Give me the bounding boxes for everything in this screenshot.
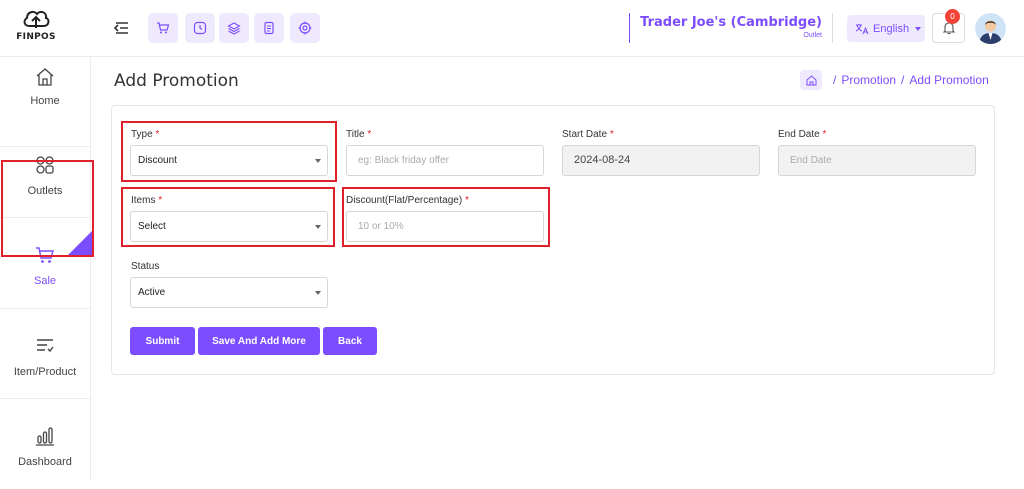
discount-highlight-box [342,187,550,247]
sidebar-item-dashboard[interactable]: Dashboard [0,399,90,489]
quick-cart-icon[interactable] [148,13,178,43]
menu-collapse-icon[interactable] [113,19,131,37]
active-corner-marker [68,231,92,255]
title-input[interactable]: eg: Black friday offer [346,145,544,176]
start-date-label: Start Date * [562,129,614,140]
outlet-name: Trader Joe's (Cambridge) [640,15,822,30]
save-and-add-more-button[interactable]: Save And Add More [198,327,320,355]
breadcrumb-separator: / [901,73,905,87]
chevron-down-icon [915,26,922,31]
sale-highlight-box [1,160,94,257]
logo-text: FINPOS [16,32,56,42]
sidebar-item-label: Item/Product [13,366,77,378]
sidebar-item-label: Home [30,95,60,107]
sidebar: Home Outlets Sale Item/Product Dashboard [0,57,91,481]
items-highlight-box [121,187,335,247]
sidebar-item-label: Dashboard [18,456,72,468]
outlet-sub-label: Outlet [803,32,822,39]
translate-icon [855,23,869,34]
sidebar-item-item-product[interactable]: Item/Product [0,309,90,399]
list-icon [37,339,54,353]
breadcrumb-promotion-link[interactable]: Promotion [841,73,896,87]
submit-button[interactable]: Submit [130,327,195,355]
language-selector[interactable]: English [847,15,925,42]
sidebar-item-label: Sale [33,275,57,287]
top-bar: FINPOS Trader Joe's (Cambridge) Outlet E… [0,0,1024,57]
status-select-value: Active [138,287,166,298]
quick-clock-icon[interactable] [185,13,215,43]
breadcrumb-home-icon[interactable] [800,70,822,90]
quick-layers-icon[interactable] [219,13,249,43]
cloud-logo-icon [23,10,50,28]
breadcrumb: / Promotion / Add Promotion [800,70,989,90]
type-highlight-box [121,121,337,182]
user-avatar[interactable] [975,13,1006,44]
breadcrumb-separator: / [833,73,837,87]
start-date-input[interactable]: 2024-08-24 [562,145,760,176]
dropdown-arrow-icon [315,291,321,295]
quick-receipt-icon[interactable] [254,13,284,43]
end-date-label: End Date * [778,129,827,140]
quick-target-icon[interactable] [290,13,320,43]
page-title: Add Promotion [114,71,239,91]
language-label: English [873,22,910,35]
home-icon [36,68,54,86]
title-label: Title * [346,129,372,140]
outlet-selector[interactable]: Trader Joe's (Cambridge) Outlet [629,13,833,43]
end-date-input[interactable]: End Date [778,145,976,176]
back-button[interactable]: Back [323,327,377,355]
bar-chart-icon [36,427,54,446]
notification-badge: 0 [945,9,960,24]
finpos-logo[interactable]: FINPOS [14,6,58,50]
status-select[interactable]: Active [130,277,328,308]
status-label: Status [131,261,160,272]
breadcrumb-current: Add Promotion [909,73,989,87]
